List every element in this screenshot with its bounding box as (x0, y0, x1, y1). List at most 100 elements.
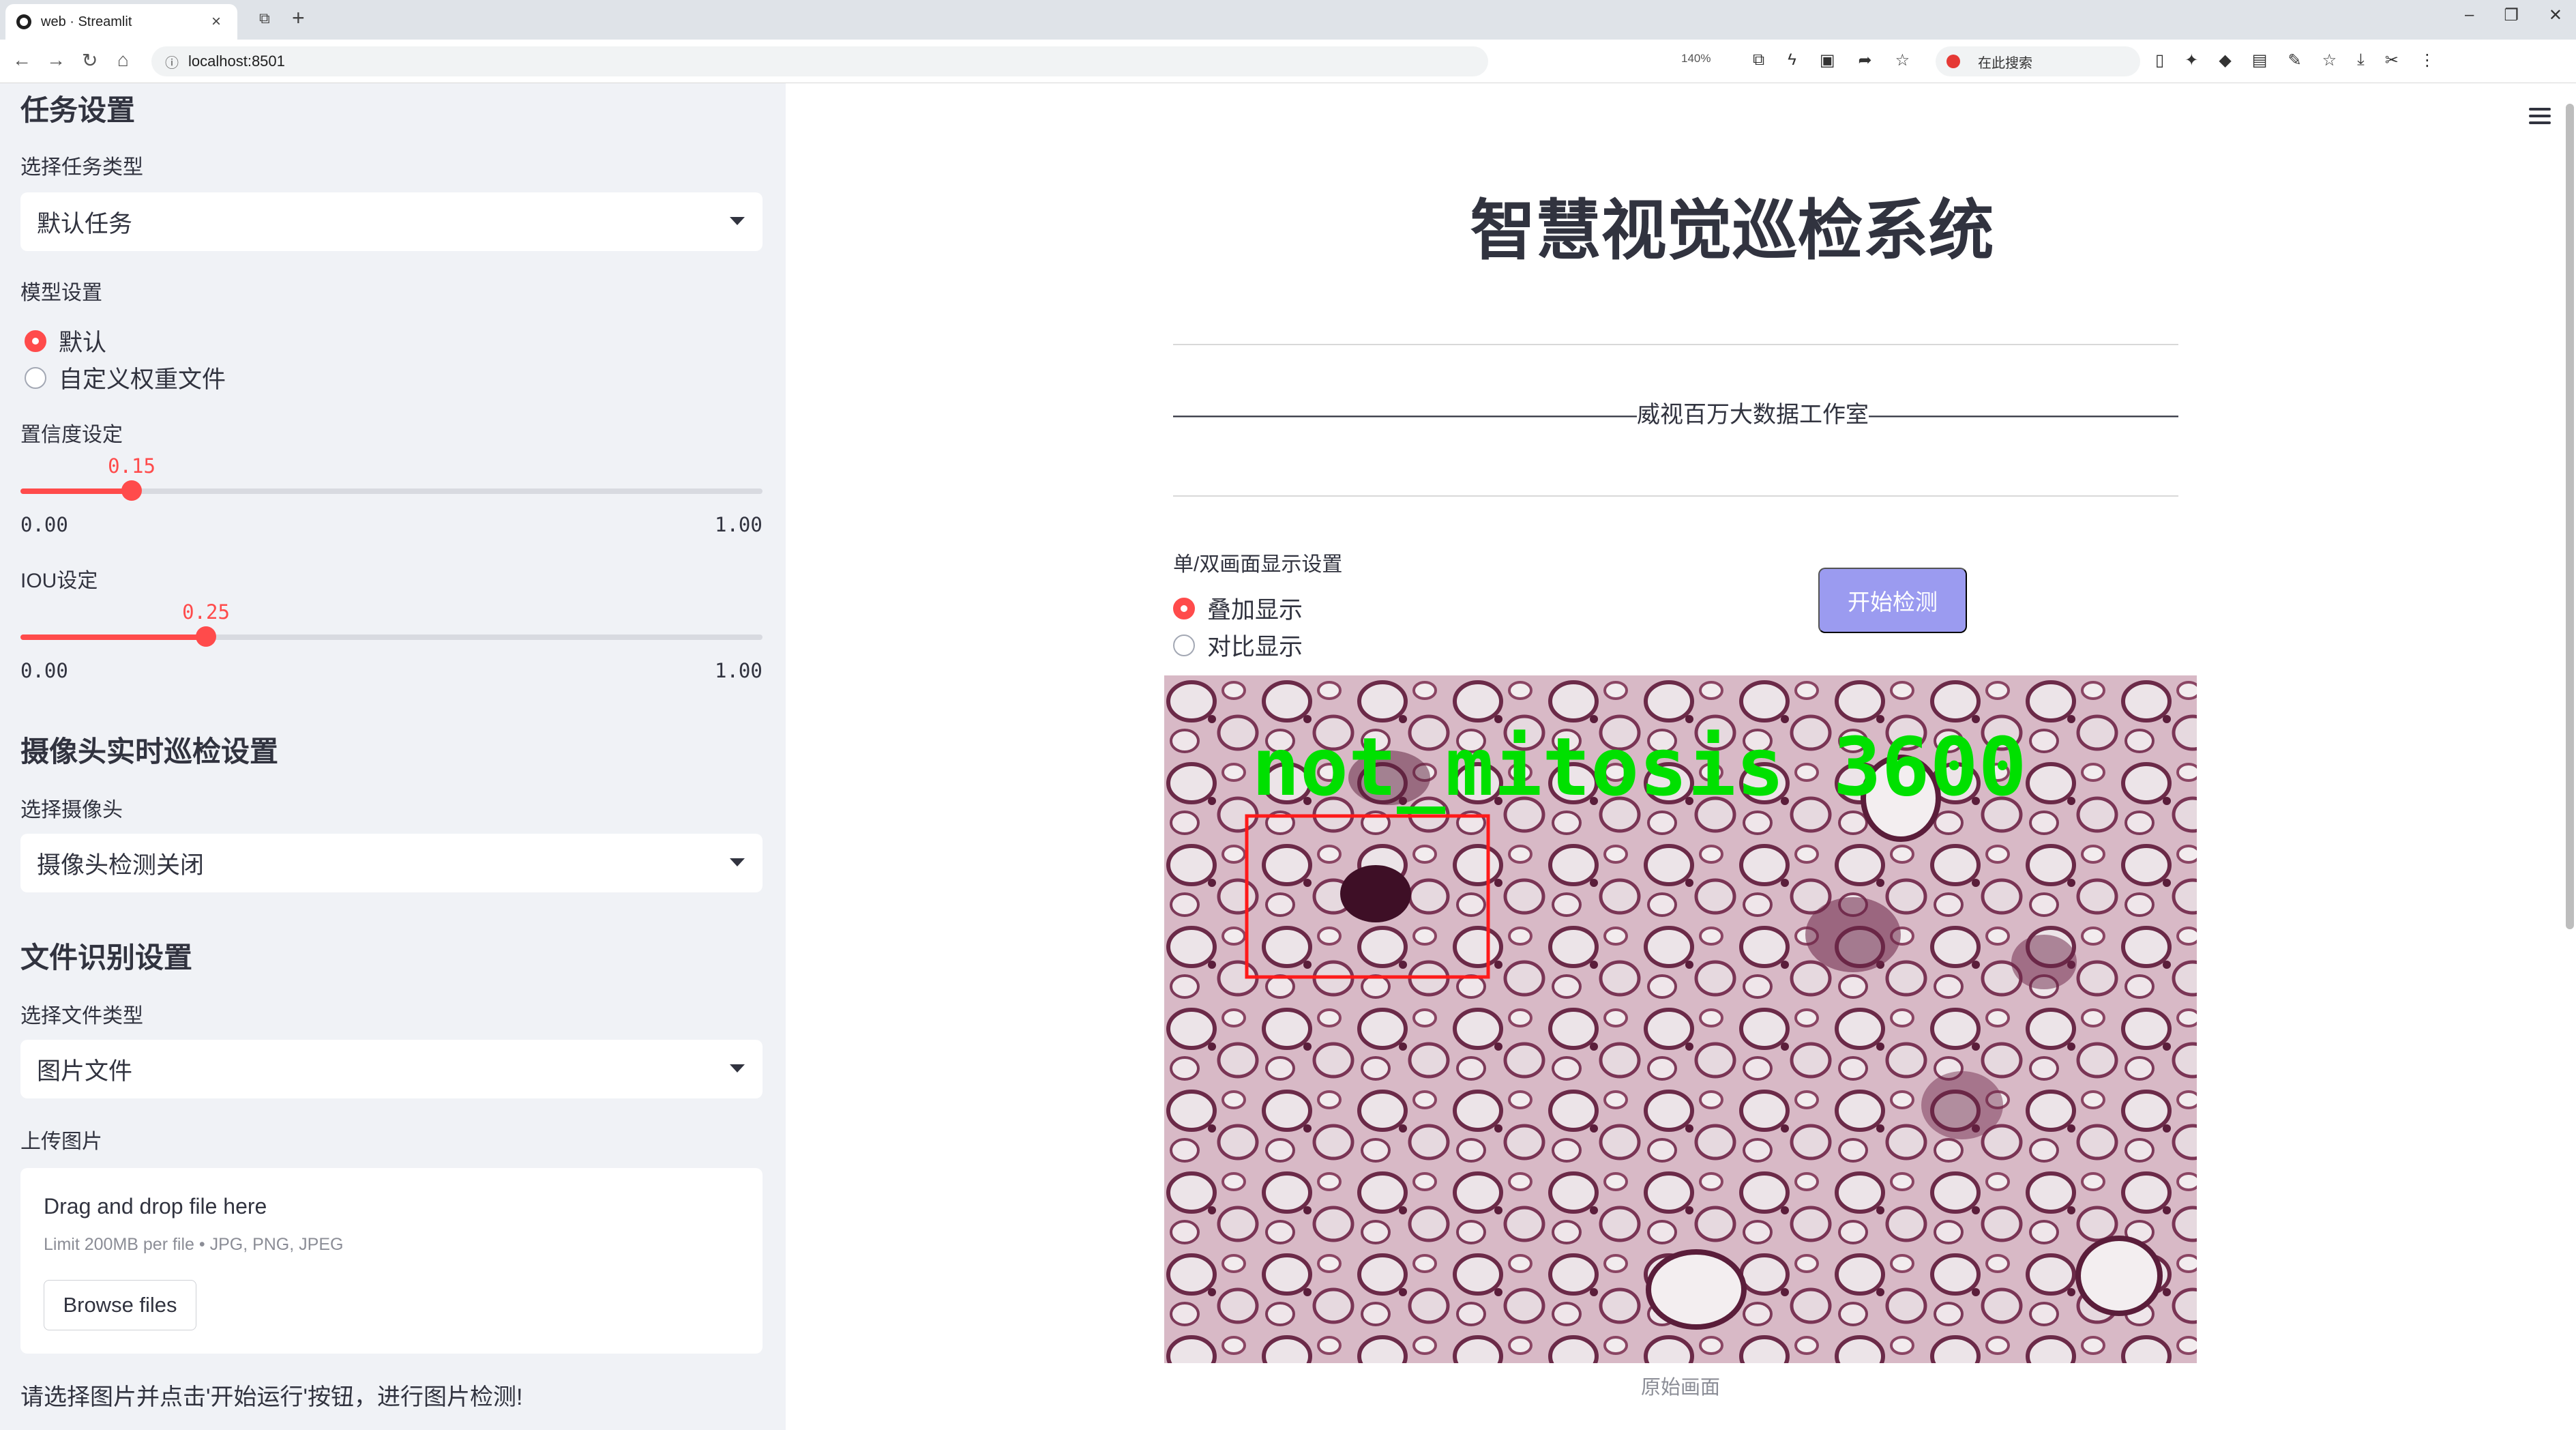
translate-icon[interactable]: ⧉ (1753, 50, 1764, 70)
model-settings-label: 模型设置 (20, 282, 102, 304)
display-option-overlay[interactable]: 叠加显示 (1173, 591, 1303, 626)
detection-label: not_mitosis 3600 (1252, 720, 2027, 814)
close-window-icon[interactable]: ✕ (2549, 5, 2562, 25)
page-title: 智慧视觉巡检系统 (1470, 194, 1994, 267)
search-box[interactable]: 在此搜索 (1936, 46, 2140, 76)
window-controls: – ❐ ✕ (2465, 5, 2562, 25)
minimize-icon[interactable]: – (2465, 5, 2474, 25)
sidebar-note: 请选择图片并点击'开始运行'按钮，进行图片检测! (20, 1384, 523, 1410)
toolbar-right-icons: ▯ ✦ ◆ ▤ ✎ ☆ ⤓ ✂ ⋮ (2155, 50, 2436, 70)
radio-label: 自定义权重文件 (59, 366, 226, 393)
slider-fill (20, 488, 132, 494)
browser-tab[interactable]: web · Streamlit × (5, 4, 237, 40)
new-tab-icon[interactable]: + (292, 5, 305, 31)
radio-selected-icon (1173, 597, 1195, 619)
share-icon[interactable]: ➦ (1859, 50, 1872, 70)
task-settings-heading: 任务设置 (20, 94, 136, 126)
address-bar[interactable]: ⓘ localhost:8501 (151, 46, 1488, 76)
main-content: 智慧视觉巡检系统 ————————————————————威视百万大数据工作室—… (786, 83, 2576, 1430)
radio-unselected-icon (1173, 634, 1195, 656)
file-uploader-dropzone[interactable]: Drag and drop file here Limit 200MB per … (20, 1168, 763, 1354)
dropzone-limit: Limit 200MB per file • JPG, PNG, JPEG (44, 1235, 344, 1254)
radio-label: 叠加显示 (1207, 597, 1303, 624)
detection-image: not_mitosis 3600 (1164, 675, 2197, 1363)
chevron-down-icon (730, 217, 745, 225)
home-icon[interactable]: ⌂ (117, 49, 129, 71)
camera-select-value: 摄像头检测关闭 (37, 851, 205, 879)
zoom-indicator[interactable]: 140% (1681, 52, 1711, 65)
confidence-max: 1.00 (715, 513, 763, 536)
file-settings-heading: 文件识别设置 (20, 942, 193, 974)
pen-icon[interactable]: ✎ (2288, 50, 2301, 70)
camera-select[interactable]: 摄像头检测关闭 (20, 834, 763, 892)
browser-tab-bar: web · Streamlit × ⧉ + – ❐ ✕ (0, 0, 2576, 40)
display-setting-label: 单/双画面显示设置 (1173, 553, 1343, 576)
display-option-compare[interactable]: 对比显示 (1173, 628, 1303, 662)
slider-thumb[interactable] (121, 480, 143, 501)
start-detection-button[interactable]: 开始检测 (1818, 568, 1967, 633)
task-type-select[interactable]: 默认任务 (20, 192, 763, 251)
chevron-down-icon (730, 1064, 745, 1072)
download-icon[interactable]: ⤓ (2357, 50, 2365, 70)
radio-label: 对比显示 (1207, 634, 1303, 660)
restore-icon[interactable]: ❐ (2504, 5, 2519, 25)
iou-value: 0.25 (182, 600, 230, 624)
studio-banner: ————————————————————威视百万大数据工作室——————————… (1173, 402, 2178, 428)
divider-top (1173, 344, 2178, 345)
back-icon[interactable]: ← (12, 49, 31, 71)
confidence-label: 置信度设定 (20, 424, 123, 446)
slider-fill (20, 634, 206, 640)
iou-slider[interactable] (20, 626, 763, 647)
radio-selected-icon (25, 330, 46, 352)
radio-label: 默认 (59, 330, 107, 356)
url-text: localhost:8501 (188, 53, 285, 70)
slider-thumb[interactable] (196, 626, 216, 647)
extension-icon[interactable]: ◆ (2219, 50, 2231, 70)
dropzone-title: Drag and drop file here (44, 1194, 267, 1219)
divider-bottom (1173, 495, 2178, 497)
upload-label: 上传图片 (20, 1130, 102, 1153)
lightning-icon[interactable]: ϟ (1788, 50, 1796, 70)
site-info-icon[interactable]: ⓘ (165, 52, 179, 72)
tissue-image: not_mitosis 3600 (1164, 675, 2197, 1363)
phone-icon[interactable]: ▯ (2155, 50, 2164, 70)
hamburger-menu-icon[interactable] (2529, 108, 2551, 128)
streamlit-app: 任务设置 选择任务类型 默认任务 模型设置 默认 自定义权重文件 置信度设定 0… (0, 83, 2576, 1430)
task-type-label: 选择任务类型 (20, 156, 143, 179)
tab-close-icon[interactable]: × (206, 12, 226, 31)
sidebar: 任务设置 选择任务类型 默认任务 模型设置 默认 自定义权重文件 置信度设定 0… (0, 83, 786, 1430)
file-type-select[interactable]: 图片文件 (20, 1040, 763, 1098)
tools-icon[interactable]: ✂ (2385, 50, 2399, 70)
more-icon[interactable]: ⋮ (2419, 50, 2436, 70)
extension-icons: ⧉ ϟ ▣ ➦ ☆ (1753, 50, 1910, 70)
image-caption: 原始画面 (1640, 1377, 1720, 1399)
search-engine-icon (1946, 55, 1960, 68)
radio-unselected-icon (25, 366, 46, 389)
ai-icon[interactable]: ✦ (2185, 50, 2198, 70)
tab-groups-icon[interactable]: ⧉ (259, 10, 270, 27)
collections-icon[interactable]: ▤ (2252, 50, 2268, 70)
model-option-custom[interactable]: 自定义权重文件 (25, 360, 226, 395)
confidence-value: 0.15 (108, 454, 156, 478)
iou-label: IOU设定 (20, 570, 98, 592)
camera-settings-heading: 摄像头实时巡检设置 (20, 735, 279, 768)
model-option-default[interactable]: 默认 (25, 323, 106, 358)
streamlit-favicon-icon (16, 14, 31, 29)
iou-min: 0.00 (20, 659, 68, 682)
bookmark-star-icon[interactable]: ☆ (1895, 50, 1910, 70)
forward-icon[interactable]: → (46, 49, 65, 71)
favorites-icon[interactable]: ☆ (2322, 50, 2337, 70)
screenshot-icon[interactable]: ▣ (1820, 50, 1835, 70)
task-type-value: 默认任务 (37, 210, 133, 237)
browse-files-button[interactable]: Browse files (44, 1280, 196, 1330)
iou-max: 1.00 (715, 659, 763, 682)
chevron-down-icon (730, 858, 745, 866)
tab-title: web · Streamlit (41, 14, 132, 29)
file-type-label: 选择文件类型 (20, 1005, 143, 1027)
confidence-slider[interactable] (20, 480, 763, 501)
confidence-min: 0.00 (20, 513, 68, 536)
reload-icon[interactable]: ↻ (82, 49, 98, 72)
camera-select-label: 选择摄像头 (20, 799, 123, 821)
search-placeholder: 在此搜索 (1978, 55, 2032, 71)
file-type-value: 图片文件 (37, 1057, 133, 1085)
